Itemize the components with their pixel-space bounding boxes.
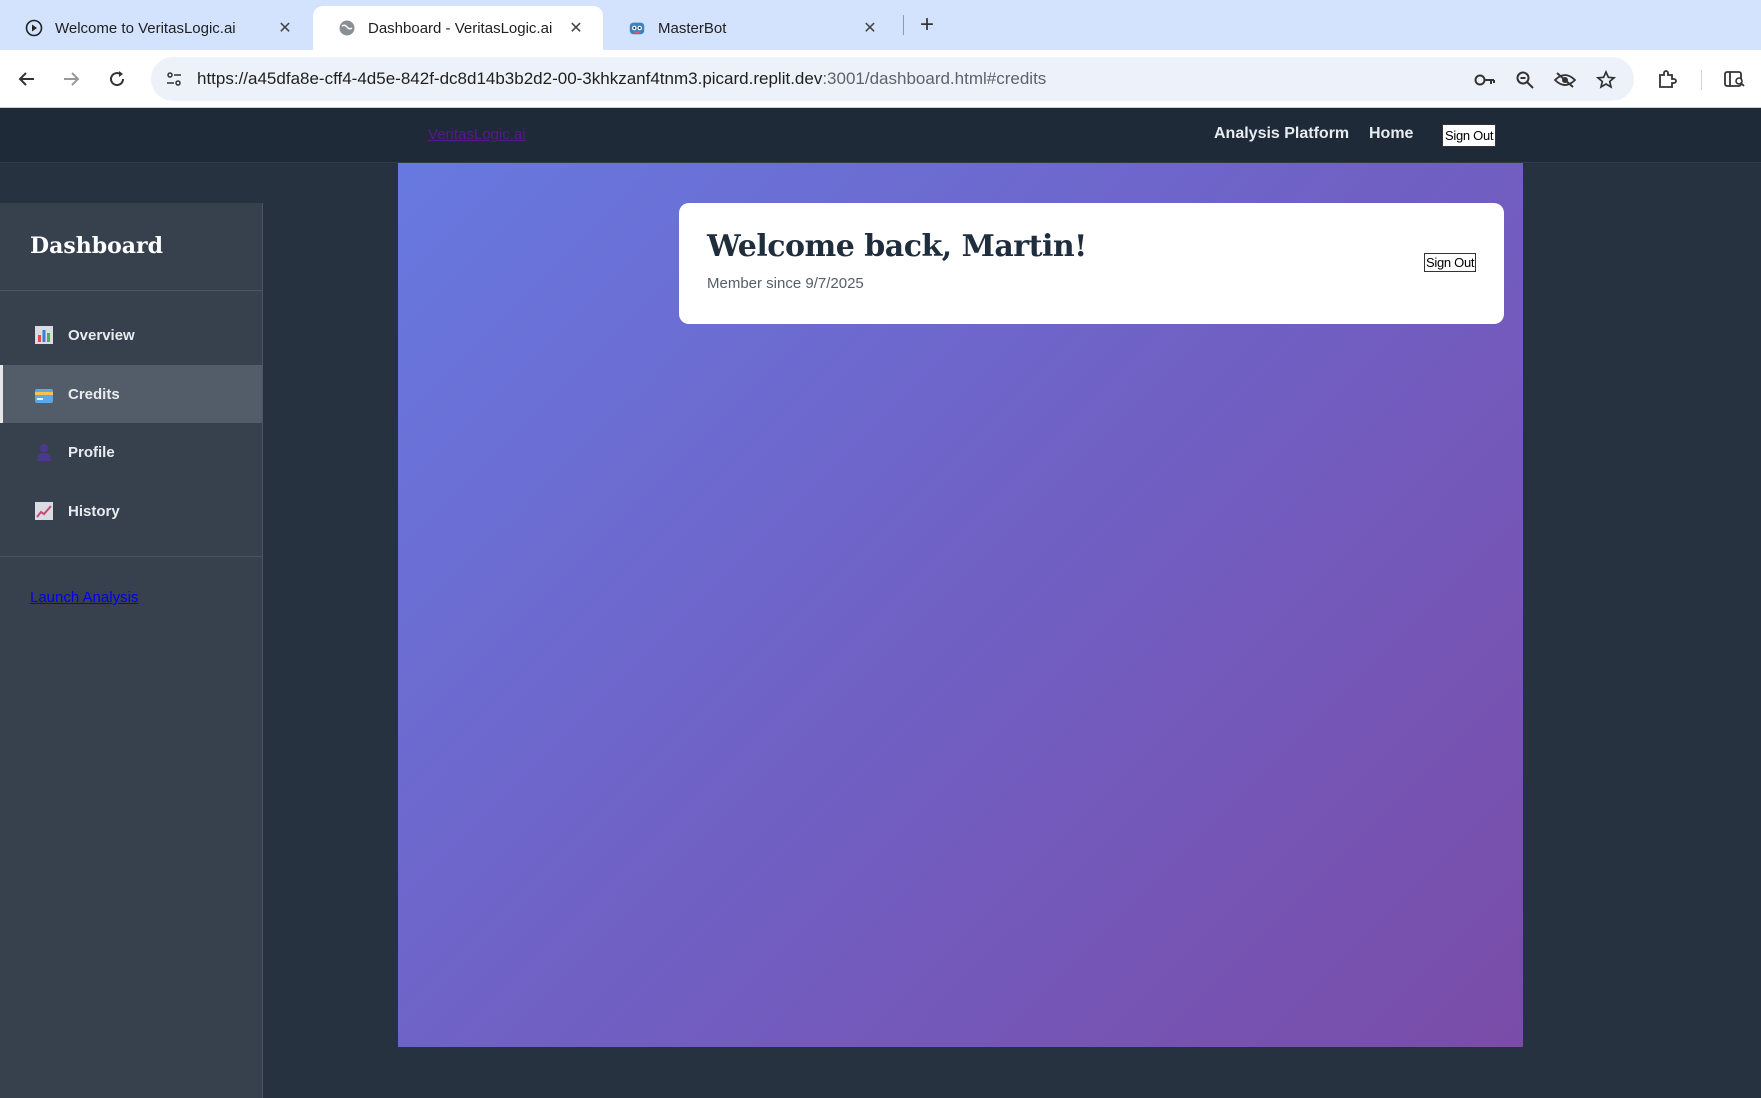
browser-tab-title: Dashboard - VeritasLogic.ai bbox=[368, 19, 553, 37]
eye-off-icon[interactable] bbox=[1553, 68, 1577, 92]
sidebar-divider bbox=[0, 556, 262, 557]
sidebar-item-credits[interactable]: Credits bbox=[0, 365, 262, 423]
brand-link[interactable]: VeritasLogic.ai bbox=[428, 126, 526, 143]
sidebar-item-label: Profile bbox=[68, 443, 115, 461]
close-icon[interactable]: ✕ bbox=[859, 17, 881, 39]
browser-tab-strip: Welcome to VeritasLogic.ai ✕ Dashboard -… bbox=[0, 0, 1761, 50]
welcome-title: Welcome back, Martin! bbox=[707, 229, 1087, 264]
circle-play-icon bbox=[25, 19, 43, 37]
back-button[interactable] bbox=[14, 66, 40, 92]
browser-tab-welcome[interactable]: Welcome to VeritasLogic.ai ✕ bbox=[0, 6, 312, 50]
extensions-icon[interactable] bbox=[1655, 67, 1679, 91]
browser-tab-masterbot[interactable]: MasterBot ✕ bbox=[603, 6, 897, 50]
sidebar-item-label: History bbox=[68, 502, 120, 520]
browser-tab-dashboard[interactable]: Dashboard - VeritasLogic.ai ✕ bbox=[313, 6, 603, 50]
user-icon bbox=[35, 443, 53, 461]
site-header: VeritasLogic.ai Analysis Platform Home S… bbox=[0, 108, 1761, 163]
sidebar-item-label: Credits bbox=[68, 385, 120, 403]
robot-icon bbox=[628, 19, 646, 37]
sidebar: Dashboard Overview Credits Profile Histo… bbox=[0, 203, 263, 1098]
key-icon[interactable] bbox=[1473, 68, 1497, 92]
card-sign-out-button[interactable]: Sign Out bbox=[1424, 253, 1477, 272]
new-tab-button[interactable]: + bbox=[914, 11, 940, 38]
member-since-text: Member since 9/7/2025 bbox=[707, 275, 864, 292]
forward-button[interactable] bbox=[58, 66, 84, 92]
launch-analysis-link[interactable]: Launch Analysis bbox=[30, 589, 138, 606]
url-path: :3001/dashboard.html#credits bbox=[822, 69, 1047, 88]
welcome-card: Welcome back, Martin! Member since 9/7/2… bbox=[679, 203, 1504, 324]
sidebar-item-overview[interactable]: Overview bbox=[0, 306, 262, 364]
sidebar-item-profile[interactable]: Profile bbox=[0, 423, 262, 481]
sidebar-item-label: Overview bbox=[68, 326, 135, 344]
nav-link-analysis-platform[interactable]: Analysis Platform bbox=[1214, 125, 1349, 143]
close-icon[interactable]: ✕ bbox=[565, 17, 587, 39]
sidebar-divider bbox=[0, 290, 262, 291]
browser-tab-title: MasterBot bbox=[658, 19, 727, 37]
browser-tab-title: Welcome to VeritasLogic.ai bbox=[55, 19, 236, 37]
bar-chart-icon bbox=[35, 326, 53, 344]
url-host: https://a45dfa8e-cff4-4d5e-842f-dc8d14b3… bbox=[197, 69, 823, 88]
site-info-icon[interactable] bbox=[163, 68, 185, 90]
globe-icon bbox=[338, 19, 356, 37]
toolbar-separator bbox=[1701, 70, 1702, 90]
nav-link-home[interactable]: Home bbox=[1369, 125, 1413, 143]
side-panel-search-icon[interactable] bbox=[1723, 67, 1747, 91]
trend-chart-icon bbox=[35, 502, 53, 520]
zoom-icon[interactable] bbox=[1513, 68, 1537, 92]
tab-separator bbox=[903, 15, 904, 35]
url-text: https://a45dfa8e-cff4-4d5e-842f-dc8d14b3… bbox=[197, 69, 1046, 89]
sidebar-item-history[interactable]: History bbox=[0, 482, 262, 540]
address-bar[interactable]: https://a45dfa8e-cff4-4d5e-842f-dc8d14b3… bbox=[151, 57, 1634, 101]
close-icon[interactable]: ✕ bbox=[274, 17, 296, 39]
browser-toolbar: https://a45dfa8e-cff4-4d5e-842f-dc8d14b3… bbox=[0, 50, 1761, 108]
credit-card-icon bbox=[35, 385, 53, 403]
reload-button[interactable] bbox=[104, 66, 130, 92]
star-icon[interactable] bbox=[1594, 68, 1618, 92]
sidebar-title: Dashboard bbox=[30, 233, 163, 259]
header-sign-out-button[interactable]: Sign Out bbox=[1442, 124, 1497, 147]
